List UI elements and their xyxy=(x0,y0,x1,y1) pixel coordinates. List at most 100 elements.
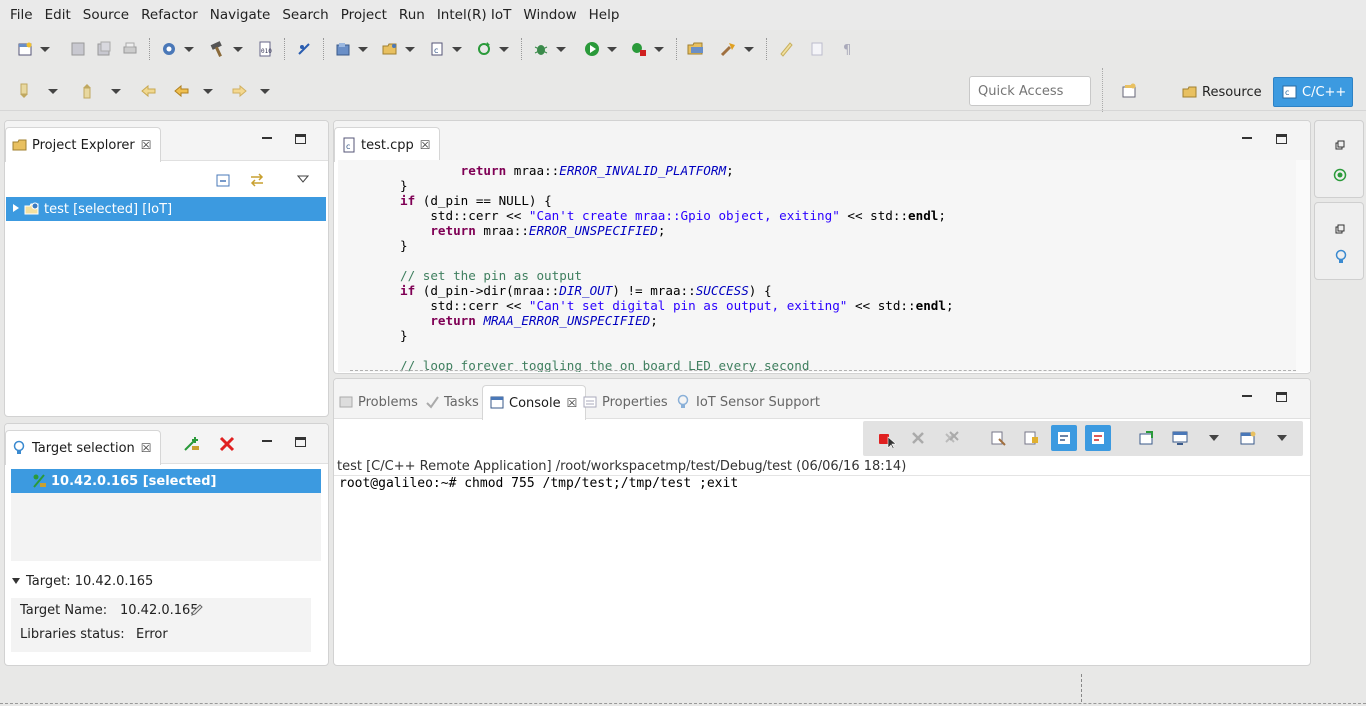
tab-target-selection[interactable]: Target selection ☒ xyxy=(5,430,161,465)
print-icon[interactable] xyxy=(118,37,142,61)
run-icon[interactable] xyxy=(580,37,604,61)
quick-access-input[interactable] xyxy=(969,76,1091,106)
new-dropdown[interactable] xyxy=(38,37,52,61)
tab-project-explorer[interactable]: Project Explorer ☒ xyxy=(5,127,161,162)
tab-test-cpp[interactable]: c test.cpp ☒ xyxy=(334,127,440,162)
restore-icon[interactable] xyxy=(1335,139,1345,154)
skip-breakpoints-icon[interactable] xyxy=(292,37,316,61)
terminate-icon[interactable] xyxy=(873,425,899,451)
forward-dropdown[interactable] xyxy=(258,79,272,103)
build-config-icon[interactable] xyxy=(157,37,181,61)
perspective-cpp-button[interactable]: c C/C++ xyxy=(1273,77,1353,107)
delete-target-icon[interactable] xyxy=(219,436,235,456)
perspective-resource-button[interactable]: Resource xyxy=(1178,79,1266,105)
menu-window[interactable]: Window xyxy=(517,0,582,30)
close-icon[interactable]: ☒ xyxy=(420,138,431,152)
open-type-icon[interactable] xyxy=(684,37,708,61)
new-folder-icon[interactable] xyxy=(378,37,402,61)
open-console-dropdown[interactable] xyxy=(1269,425,1295,451)
new-source-dropdown[interactable] xyxy=(450,37,464,61)
menu-source[interactable]: Source xyxy=(77,0,135,30)
minimize-icon[interactable] xyxy=(1242,395,1252,397)
prev-annotation-icon[interactable] xyxy=(76,79,100,103)
code-editor[interactable]: return mraa::ERROR_INVALID_PLATFORM;} if … xyxy=(338,160,1296,372)
hammer-icon[interactable] xyxy=(206,37,230,61)
tab-console[interactable]: Console ☒ xyxy=(482,385,587,420)
maximize-icon[interactable] xyxy=(295,437,306,447)
external-tools-icon[interactable] xyxy=(627,37,651,61)
scroll-lock-icon[interactable] xyxy=(1018,425,1044,451)
tab-iot-sensor-support[interactable]: IoT Sensor Support xyxy=(676,389,820,415)
open-console-icon[interactable] xyxy=(1235,425,1261,451)
menu-intel-r-iot[interactable]: Intel(R) IoT xyxy=(431,0,518,30)
search-tool-icon[interactable] xyxy=(717,37,741,61)
display-console-icon[interactable] xyxy=(1167,425,1193,451)
menu-refactor[interactable]: Refactor xyxy=(135,0,204,30)
word-wrap-icon[interactable] xyxy=(1051,425,1077,451)
minimize-icon[interactable] xyxy=(1242,137,1252,139)
new-folder-dropdown[interactable] xyxy=(403,37,417,61)
menu-navigate[interactable]: Navigate xyxy=(204,0,277,30)
show-whitespace-icon[interactable]: ¶ xyxy=(836,37,860,61)
tab-tasks[interactable]: Tasks xyxy=(424,389,479,415)
collapse-all-icon[interactable] xyxy=(215,172,231,192)
close-icon[interactable]: ☒ xyxy=(567,396,578,410)
remove-launch-icon[interactable] xyxy=(905,425,931,451)
new-source-file-icon[interactable]: c xyxy=(425,37,449,61)
run-dropdown[interactable] xyxy=(605,37,619,61)
display-console-dropdown[interactable] xyxy=(1201,425,1227,451)
tab-problems[interactable]: Problems xyxy=(338,389,418,415)
maximize-icon[interactable] xyxy=(1276,392,1287,402)
next-annotation-icon[interactable] xyxy=(13,79,37,103)
remove-all-icon[interactable] xyxy=(939,425,965,451)
back-dropdown[interactable] xyxy=(201,79,215,103)
new-cpp-project-icon[interactable] xyxy=(331,37,355,61)
tab-properties[interactable]: Properties xyxy=(582,389,668,415)
show-on-output-icon[interactable] xyxy=(1085,425,1111,451)
next-annotation-dropdown[interactable] xyxy=(46,79,60,103)
link-editor-icon[interactable] xyxy=(248,172,266,192)
menu-edit[interactable]: Edit xyxy=(39,0,77,30)
clear-console-icon[interactable] xyxy=(985,425,1011,451)
debug-dropdown[interactable] xyxy=(554,37,568,61)
binary-icon[interactable]: 010 xyxy=(253,37,277,61)
expand-arrow-icon[interactable] xyxy=(12,202,20,217)
refresh-icon[interactable] xyxy=(472,37,496,61)
close-icon[interactable]: ☒ xyxy=(141,441,152,455)
external-tools-dropdown[interactable] xyxy=(652,37,666,61)
maximize-icon[interactable] xyxy=(295,134,306,144)
build-dropdown[interactable] xyxy=(231,37,245,61)
menu-project[interactable]: Project xyxy=(335,0,393,30)
forward-icon[interactable] xyxy=(227,79,251,103)
mark-occurrences-icon[interactable] xyxy=(774,37,798,61)
minimize-icon[interactable] xyxy=(262,440,272,442)
close-icon[interactable]: ☒ xyxy=(141,138,152,152)
menu-run[interactable]: Run xyxy=(393,0,431,30)
menu-search[interactable]: Search xyxy=(276,0,334,30)
menu-file[interactable]: File xyxy=(4,0,39,30)
collapse-arrow-icon[interactable] xyxy=(11,574,21,589)
view-menu-icon[interactable] xyxy=(296,173,310,188)
outline-icon[interactable] xyxy=(1333,168,1347,186)
target-section-header[interactable]: Target: 10.42.0.165 xyxy=(11,574,153,589)
target-list-item[interactable]: 10.42.0.165 [selected] xyxy=(11,469,321,493)
open-perspective-icon[interactable] xyxy=(1120,82,1140,102)
search-dropdown[interactable] xyxy=(742,37,756,61)
maximize-icon[interactable] xyxy=(1276,134,1287,144)
restore-icon[interactable] xyxy=(1335,223,1345,238)
refresh-dropdown[interactable] xyxy=(497,37,511,61)
pin-console-icon[interactable] xyxy=(1133,425,1159,451)
build-config-dropdown[interactable] xyxy=(182,37,196,61)
edit-pencil-icon[interactable] xyxy=(190,603,204,621)
tree-item-test-project[interactable]: test [selected] [IoT] xyxy=(6,197,326,221)
save-icon[interactable] xyxy=(66,37,90,61)
last-edit-icon[interactable] xyxy=(137,79,161,103)
lightbulb-icon[interactable] xyxy=(1334,249,1348,269)
debug-icon[interactable] xyxy=(529,37,553,61)
console-output[interactable]: root@galileo:~# chmod 755 /tmp/test;/tmp… xyxy=(339,476,738,491)
back-icon[interactable] xyxy=(170,79,194,103)
prev-annotation-dropdown[interactable] xyxy=(109,79,123,103)
new-project-dropdown[interactable] xyxy=(356,37,370,61)
save-all-icon[interactable] xyxy=(92,37,116,61)
block-selection-icon[interactable] xyxy=(805,37,829,61)
